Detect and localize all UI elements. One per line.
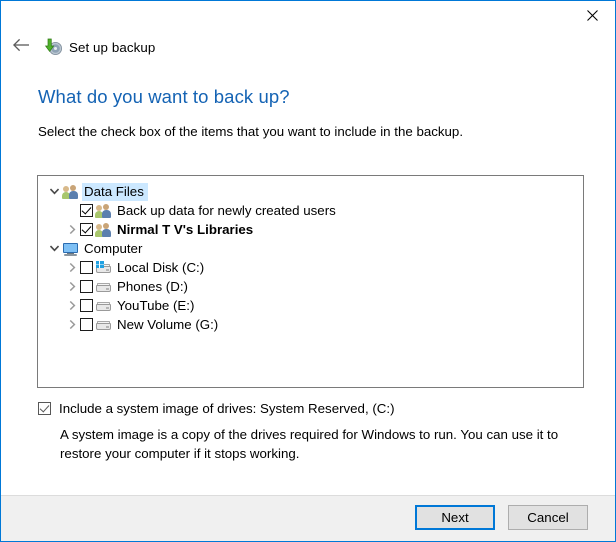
wizard-header: Set up backup [1, 31, 615, 63]
tree-item[interactable]: YouTube (E:) [38, 296, 583, 315]
tree-item[interactable]: Local Disk (C:) [38, 258, 583, 277]
page-title: What do you want to back up? [38, 86, 290, 107]
tree-item-label: YouTube (E:) [117, 297, 195, 313]
tree-item-checkbox[interactable] [80, 299, 93, 312]
tree-item[interactable]: Back up data for newly created users [38, 201, 583, 220]
wizard-title: Set up backup [69, 39, 156, 55]
tree-item-label: Computer [84, 240, 143, 256]
users-icon [95, 203, 112, 219]
close-icon [587, 10, 598, 21]
chevron-right-icon[interactable] [64, 222, 80, 238]
tree-item-checkbox[interactable] [80, 280, 93, 293]
drive-icon [95, 317, 112, 333]
tree-item[interactable]: Nirmal T V's Libraries [38, 220, 583, 239]
users-icon [95, 222, 112, 238]
system-image-label: Include a system image of drives: System… [59, 401, 395, 416]
tree-item-label: Phones (D:) [117, 278, 188, 294]
tree-item-label: Data Files [82, 182, 148, 201]
chevron-right-icon[interactable] [64, 260, 80, 276]
tree-item[interactable]: New Volume (G:) [38, 315, 583, 334]
drive-icon [95, 298, 112, 314]
close-button[interactable] [570, 1, 615, 30]
chevron-right-icon[interactable] [64, 298, 80, 314]
chevron-down-icon[interactable] [46, 184, 62, 200]
tree-item[interactable]: Phones (D:) [38, 277, 583, 296]
tree-item-checkbox[interactable] [80, 223, 93, 236]
cancel-button[interactable]: Cancel [508, 505, 588, 530]
back-arrow-icon [12, 38, 30, 57]
backup-items-treeview[interactable]: Data Files Back up data for newly created… [37, 175, 584, 388]
back-button[interactable] [7, 33, 35, 61]
tree-item-checkbox[interactable] [80, 318, 93, 331]
tree-item-checkbox[interactable] [80, 261, 93, 274]
system-image-row[interactable]: Include a system image of drives: System… [38, 401, 395, 416]
tree-item-label: Back up data for newly created users [117, 202, 336, 218]
chevron-right-icon[interactable] [64, 317, 80, 333]
drive-icon [95, 279, 112, 295]
system-drive-icon [95, 260, 112, 276]
tree-item-label: Nirmal T V's Libraries [117, 221, 254, 237]
next-button[interactable]: Next [415, 505, 495, 530]
chevron-down-icon[interactable] [46, 241, 62, 257]
page-subtitle: Select the check box of the items that y… [38, 124, 464, 139]
system-image-description: A system image is a copy of the drives r… [60, 427, 559, 461]
tree-item-label: Local Disk (C:) [117, 259, 205, 275]
title-bar [1, 1, 615, 31]
tree-item-checkbox[interactable] [80, 204, 93, 217]
users-icon [62, 184, 79, 200]
tree-item-label: New Volume (G:) [117, 316, 219, 332]
backup-disc-icon [44, 38, 62, 56]
setup-backup-window: Set up backup What do you want to back u… [0, 0, 616, 542]
chevron-right-icon[interactable] [64, 279, 80, 295]
system-image-checkbox[interactable] [38, 402, 51, 415]
monitor-icon [62, 241, 79, 257]
tree-item[interactable]: Data Files [38, 182, 583, 201]
footer-bar: Next Cancel [1, 495, 615, 541]
tree-item[interactable]: Computer [38, 239, 583, 258]
